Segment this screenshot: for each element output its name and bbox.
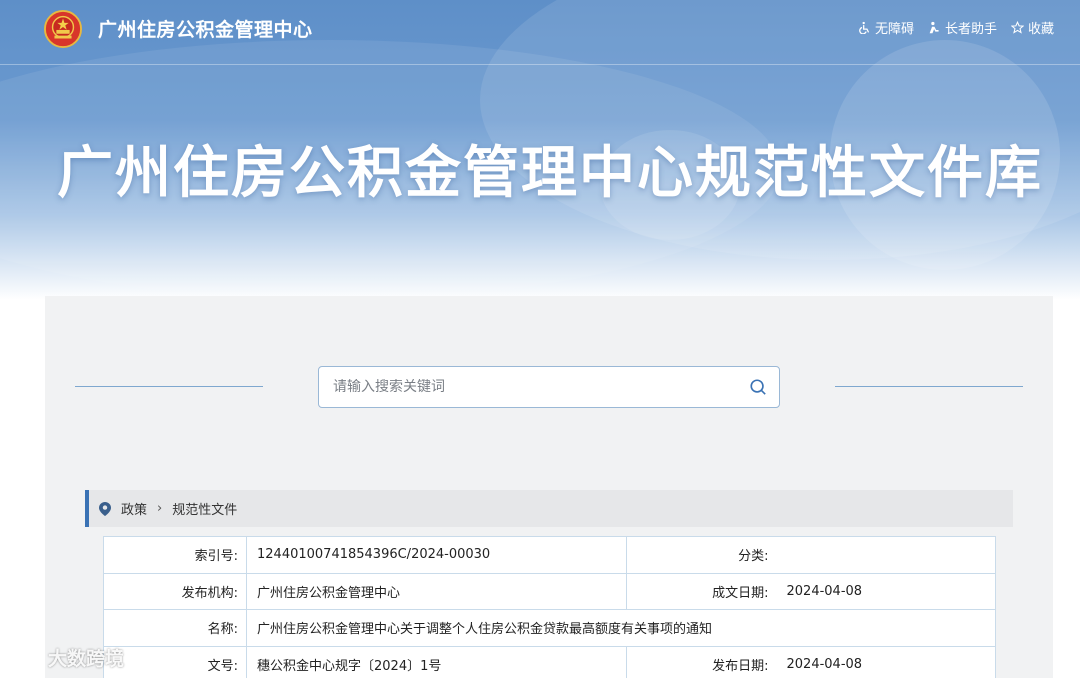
location-pin-icon	[99, 501, 111, 516]
page-banner: 广州住房公积金管理中心 无障碍 长者助手 收藏 广州住房公积金管理中心规范性文件…	[0, 0, 1080, 300]
national-emblem-icon[interactable]	[44, 10, 82, 48]
main-panel: 政策 › 规范性文件 索引号: 12440100741854396C/2024-…	[45, 296, 1053, 678]
title-value: 广州住房公积金管理中心关于调整个人住房公积金贷款最高额度有关事项的通知	[246, 609, 996, 647]
breadcrumb-item-policy[interactable]: 政策	[121, 499, 147, 518]
breadcrumb-item-normative-documents[interactable]: 规范性文件	[172, 499, 237, 518]
favorite-link[interactable]: 收藏	[1010, 18, 1054, 37]
accessibility-link[interactable]: 无障碍	[858, 18, 914, 37]
elder-helper-label: 长者助手	[944, 22, 997, 37]
table-row: 名称: 广州住房公积金管理中心关于调整个人住房公积金贷款最高额度有关事项的通知	[103, 609, 996, 647]
page-title: 广州住房公积金管理中心规范性文件库	[57, 141, 1043, 206]
created-date-label: 成文日期:	[626, 572, 777, 610]
category-label: 分类:	[626, 536, 777, 574]
search-box	[318, 366, 780, 408]
table-row: 发布机构: 广州住房公积金管理中心 成文日期: 2024-04-08	[103, 572, 996, 610]
favorite-label: 收藏	[1027, 22, 1054, 37]
search-divider-left	[75, 386, 263, 387]
star-icon	[1010, 21, 1024, 34]
watermark-logo-icon	[10, 648, 44, 667]
elder-helper-icon	[929, 21, 939, 34]
search-input[interactable]	[333, 379, 749, 395]
category-value	[776, 536, 996, 574]
title-label: 名称:	[103, 609, 247, 647]
top-links: 无障碍 长者助手 收藏	[858, 18, 1054, 37]
publish-date-value: 2024-04-08	[776, 645, 996, 678]
index-no-value: 12440100741854396C/2024-00030	[246, 536, 627, 574]
breadcrumb-separator: ›	[157, 501, 163, 516]
publisher-value: 广州住房公积金管理中心	[246, 572, 627, 610]
publish-date-label: 发布日期:	[626, 645, 777, 678]
site-name[interactable]: 广州住房公积金管理中心	[98, 15, 313, 42]
doc-no-value: 穗公积金中心规字〔2024〕1号	[246, 645, 627, 678]
doc-no-label: 文号:	[103, 645, 247, 678]
wheelchair-icon	[859, 21, 870, 34]
index-no-label: 索引号:	[103, 536, 247, 574]
search-icon[interactable]	[749, 378, 767, 396]
breadcrumb: 政策 › 规范性文件	[85, 490, 1013, 527]
table-row: 索引号: 12440100741854396C/2024-00030 分类:	[103, 536, 996, 574]
created-date-value: 2024-04-08	[776, 572, 996, 610]
document-info-table: 索引号: 12440100741854396C/2024-00030 分类: 发…	[103, 536, 996, 678]
watermark-text: 大数跨境	[48, 648, 125, 670]
table-row: 文号: 穗公积金中心规字〔2024〕1号 发布日期: 2024-04-08	[103, 645, 996, 678]
accessibility-label: 无障碍	[874, 22, 914, 37]
publisher-label: 发布机构:	[103, 572, 247, 610]
search-divider-right	[835, 386, 1023, 387]
watermark: 大数跨境	[10, 644, 124, 671]
header-divider	[0, 64, 1080, 65]
elder-helper-link[interactable]: 长者助手	[928, 18, 997, 37]
